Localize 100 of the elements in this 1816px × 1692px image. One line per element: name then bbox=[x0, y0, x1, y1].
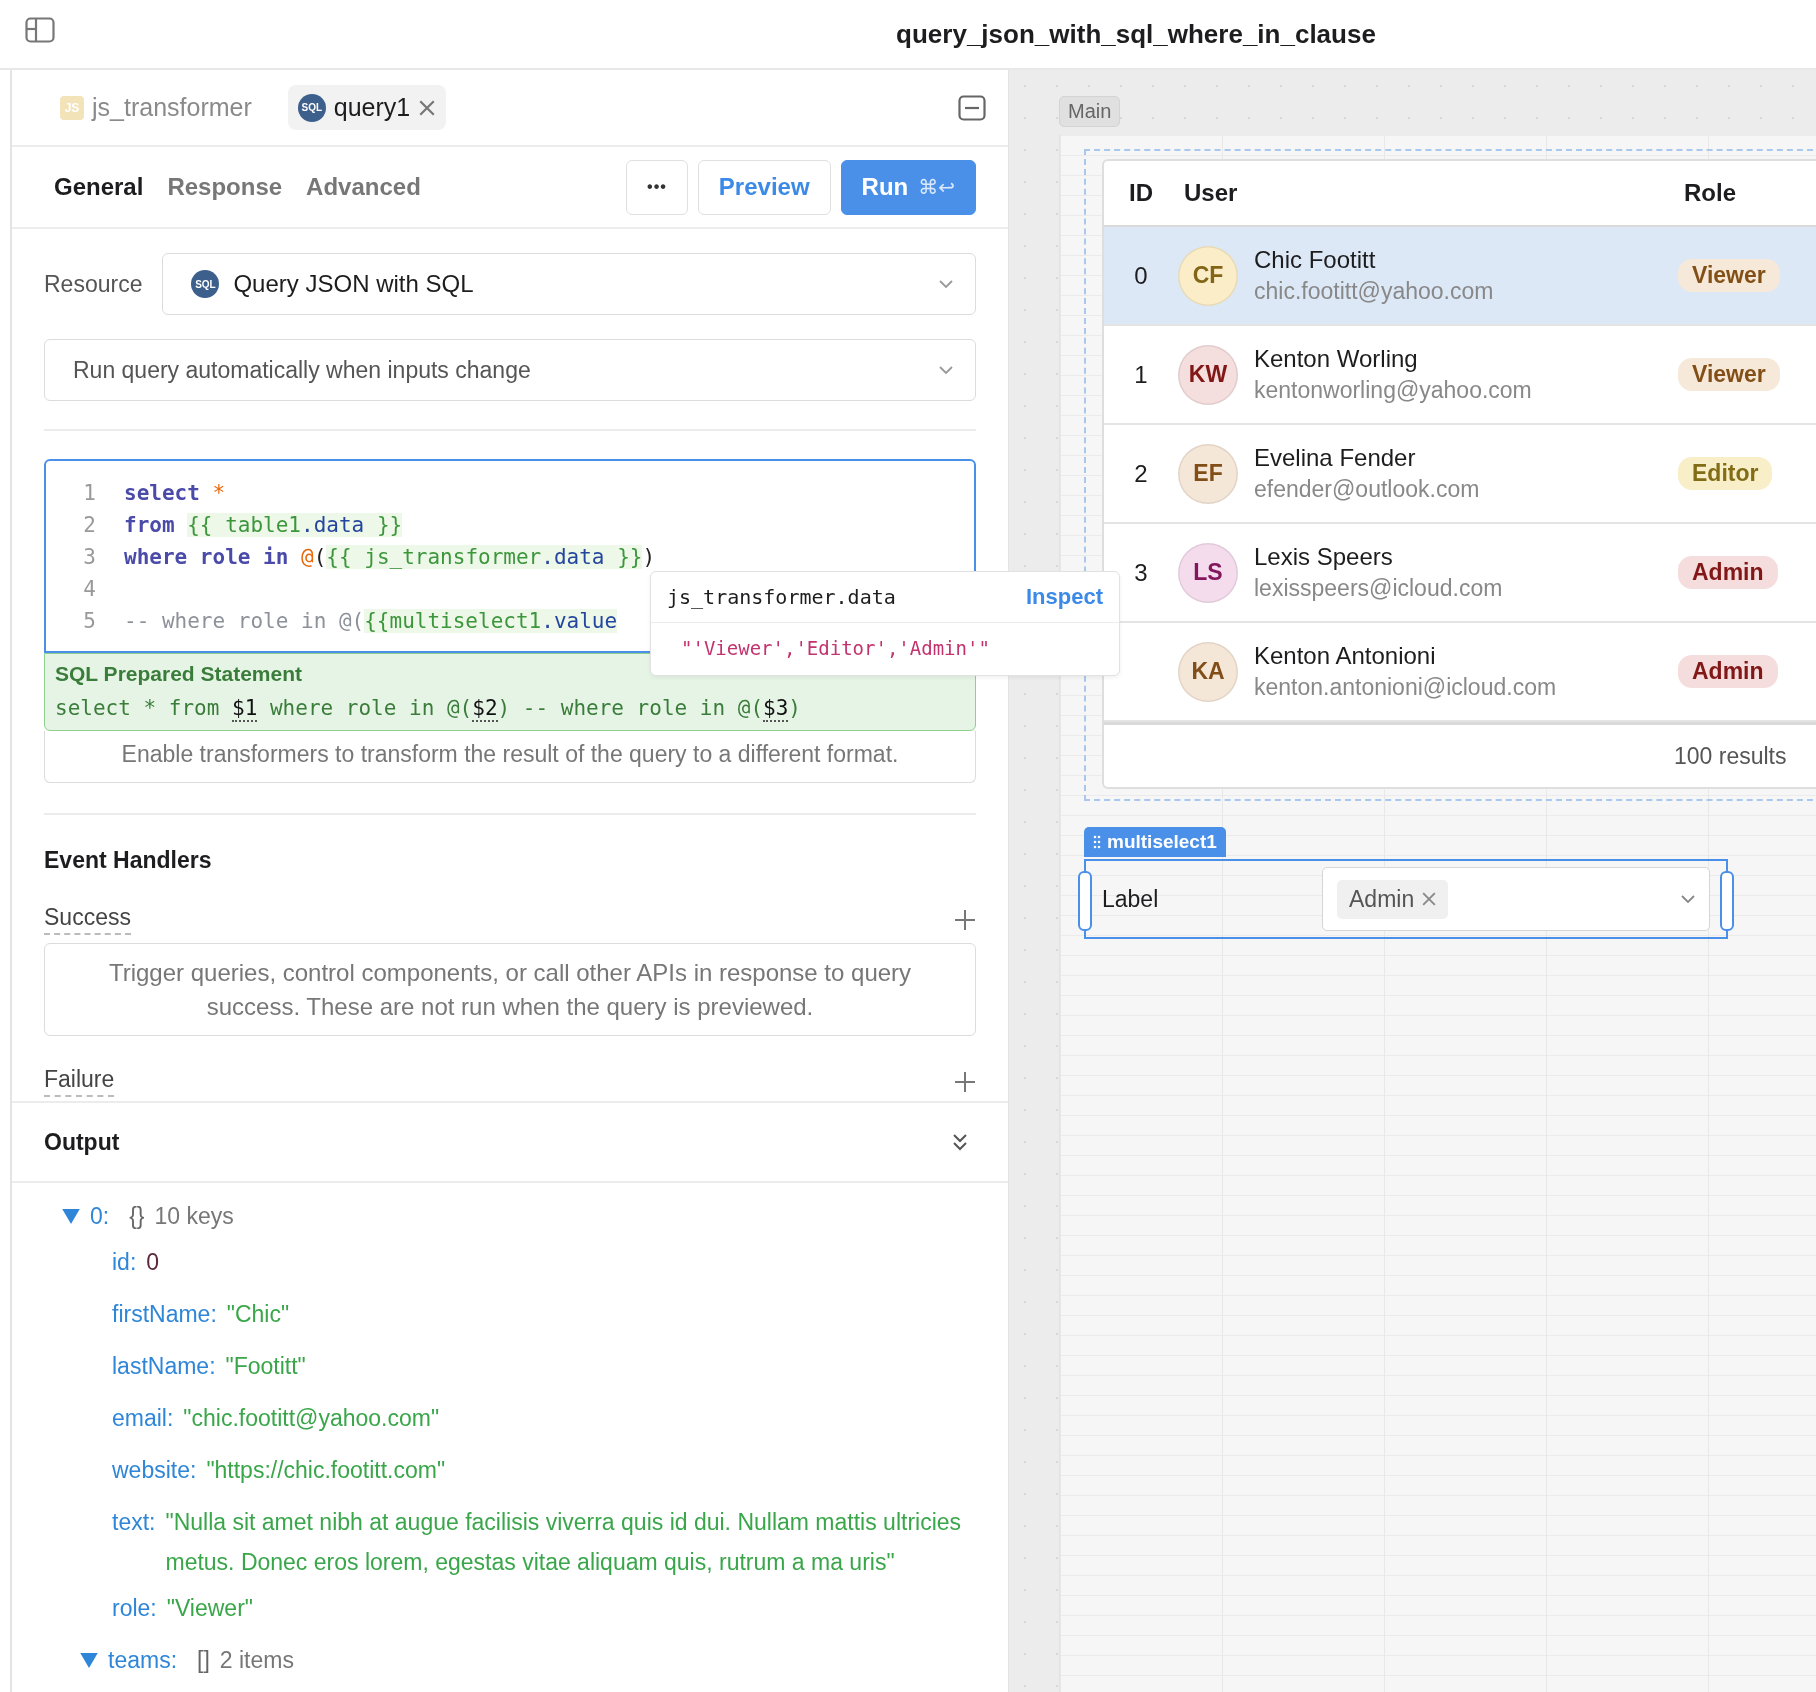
inspect-link[interactable]: Inspect bbox=[1025, 584, 1103, 610]
editor-tab[interactable]: SQL query1 bbox=[287, 85, 447, 130]
type-marker: {} bbox=[129, 1202, 145, 1230]
role-tag: Viewer bbox=[1678, 358, 1780, 391]
field-label: Resource bbox=[44, 270, 143, 298]
hint-text: Enable transformers to transform the result of the query to a different format. bbox=[121, 741, 899, 767]
remove-icon[interactable] bbox=[1422, 892, 1437, 906]
user-name: Kenton Antonioni bbox=[1254, 642, 1437, 670]
section-title: Output bbox=[44, 1128, 120, 1156]
tree-value: "Nulla sit amet nibh at augue facilisis viverra quis id dui. Nullam mattis ultricies metus. Donec eros lorem, egestas vitae aliquam quis, rutrum a ma uris" bbox=[165, 1508, 963, 1578]
line-number: 5 bbox=[82, 609, 97, 633]
resize-handle[interactable] bbox=[1720, 871, 1734, 931]
tree-key: firstName: bbox=[112, 1294, 217, 1335]
result-count: 100 results bbox=[1674, 742, 1787, 770]
avatar: EF bbox=[1178, 443, 1238, 504]
resize-handle[interactable] bbox=[1078, 871, 1092, 931]
panel-title: SQL Prepared Statement bbox=[55, 662, 304, 686]
tree-key: email: bbox=[112, 1398, 174, 1439]
line-number: 3 bbox=[82, 545, 97, 569]
user-email: efender@outlook.com bbox=[1254, 476, 1480, 503]
drag-handle-icon[interactable] bbox=[1093, 835, 1101, 849]
tree-value: "chic.footitt@yahoo.com" bbox=[183, 1404, 441, 1434]
avatar: LS bbox=[1178, 542, 1238, 603]
user-email: kentonworling@yahoo.com bbox=[1254, 377, 1532, 404]
hint-text: Trigger queries, control components, or call other APIs in response to query success. These are not run when the query is previewed. bbox=[108, 959, 912, 1020]
tree-value: "Chic" bbox=[226, 1300, 291, 1330]
chevron-down-icon bbox=[939, 280, 953, 288]
frame-label: Main bbox=[1059, 96, 1121, 127]
tree-value: "Footitt" bbox=[225, 1352, 307, 1382]
column-header: ID bbox=[1128, 179, 1154, 207]
section-tab[interactable]: General bbox=[54, 173, 144, 201]
table-row[interactable]: KA Kenton Antonioni kenton.antonioni@icloud.com Admin bbox=[1104, 623, 1816, 722]
script-icon: JS bbox=[60, 95, 84, 120]
selected-chip[interactable]: Admin bbox=[1337, 879, 1449, 919]
section-tab[interactable]: Advanced bbox=[306, 173, 421, 201]
table-cell-text: 2 bbox=[1133, 459, 1149, 488]
tree-key: website: bbox=[112, 1450, 197, 1491]
tooltip-title: js_transformer.data bbox=[667, 585, 896, 609]
tree-key: text: bbox=[112, 1502, 156, 1543]
table-row[interactable]: 0 CF Chic Footitt chic.footitt@yahoo.com Viewer bbox=[1104, 227, 1816, 326]
user-name: Kenton Worling bbox=[1254, 345, 1419, 373]
add-icon[interactable] bbox=[954, 1070, 976, 1093]
role-tag: Admin bbox=[1678, 556, 1778, 589]
minimize-icon[interactable] bbox=[958, 94, 986, 121]
table-row[interactable]: 3 LS Lexis Speers lexisspeers@icloud.com Admin bbox=[1104, 524, 1816, 623]
role-tag: Admin bbox=[1678, 655, 1778, 688]
expanded-caret-icon[interactable] bbox=[62, 1208, 80, 1224]
table-row[interactable]: 2 EF Evelina Fender efender@outlook.com Editor bbox=[1104, 425, 1816, 524]
user-email: kenton.antonioni@icloud.com bbox=[1254, 674, 1557, 701]
field-label: Label bbox=[1102, 885, 1160, 913]
avatar: KA bbox=[1178, 641, 1238, 702]
tree-value: "Viewer" bbox=[166, 1594, 254, 1624]
column-header: User bbox=[1183, 179, 1239, 207]
prepared-statement: select * from $1 where role in @($2) -- where role in @($3) bbox=[55, 696, 802, 720]
table-cell-text: 1 bbox=[1133, 360, 1149, 389]
user-email: lexisspeers@icloud.com bbox=[1254, 575, 1503, 602]
run-mode-select[interactable]: Run query automatically when inputs change bbox=[44, 339, 976, 401]
database-icon: SQL bbox=[297, 93, 326, 122]
app-title: query_json_with_sql_where_in_clause bbox=[896, 18, 1376, 49]
collapse-icon[interactable] bbox=[952, 1132, 968, 1153]
handler-label: Success bbox=[44, 904, 131, 935]
preview-button[interactable]: Preview bbox=[697, 159, 831, 215]
resource-select[interactable]: SQL Query JSON with SQL bbox=[162, 253, 976, 315]
code-line: -- where role in @({{multiselect1.value bbox=[124, 609, 618, 633]
tree-key: role: bbox=[112, 1588, 157, 1629]
tree-key: 0: bbox=[90, 1202, 110, 1230]
sidebar-toggle-icon[interactable] bbox=[25, 17, 55, 43]
line-number: 1 bbox=[82, 481, 97, 505]
code-line: from {{ table1.data }} bbox=[124, 513, 403, 537]
add-icon[interactable] bbox=[954, 908, 976, 931]
tree-key: lastName: bbox=[112, 1346, 216, 1387]
code-line: select * bbox=[124, 481, 226, 505]
tree-key: id: bbox=[112, 1242, 137, 1283]
table-cell-text: 3 bbox=[1133, 558, 1149, 587]
avatar: CF bbox=[1178, 245, 1238, 306]
handler-label: Failure bbox=[44, 1066, 115, 1098]
table-cell-text: 0 bbox=[1133, 261, 1149, 290]
code-line: where role in @({{ js_transformer.data }}) bbox=[124, 545, 656, 569]
tree-value: "https://chic.footitt.com" bbox=[206, 1456, 447, 1486]
multiselect-field[interactable]: Admin bbox=[1322, 867, 1710, 931]
section-tab[interactable]: Response bbox=[167, 173, 283, 201]
line-number: 2 bbox=[82, 513, 97, 537]
tree-key: teams: bbox=[108, 1646, 178, 1674]
tree-value: 0 bbox=[146, 1248, 161, 1278]
user-name: Lexis Speers bbox=[1254, 543, 1394, 571]
item-count: 10 keys bbox=[154, 1202, 234, 1230]
type-marker: [] bbox=[197, 1646, 210, 1674]
user-name: Chic Footitt bbox=[1254, 246, 1377, 274]
role-tag: Viewer bbox=[1678, 259, 1780, 292]
column-header: Role bbox=[1684, 179, 1737, 207]
more-button[interactable]: ••• bbox=[626, 159, 688, 215]
chevron-down-icon bbox=[939, 366, 953, 374]
item-count: 2 items bbox=[219, 1646, 294, 1674]
role-tag: Editor bbox=[1678, 457, 1773, 490]
avatar: KW bbox=[1178, 344, 1238, 405]
database-icon: SQL bbox=[191, 270, 220, 298]
expanded-caret-icon[interactable] bbox=[80, 1652, 98, 1668]
section-title: Event Handlers bbox=[44, 847, 213, 874]
close-icon[interactable] bbox=[418, 98, 437, 117]
table-row[interactable]: 1 KW Kenton Worling kentonworling@yahoo.com Viewer bbox=[1104, 326, 1816, 425]
